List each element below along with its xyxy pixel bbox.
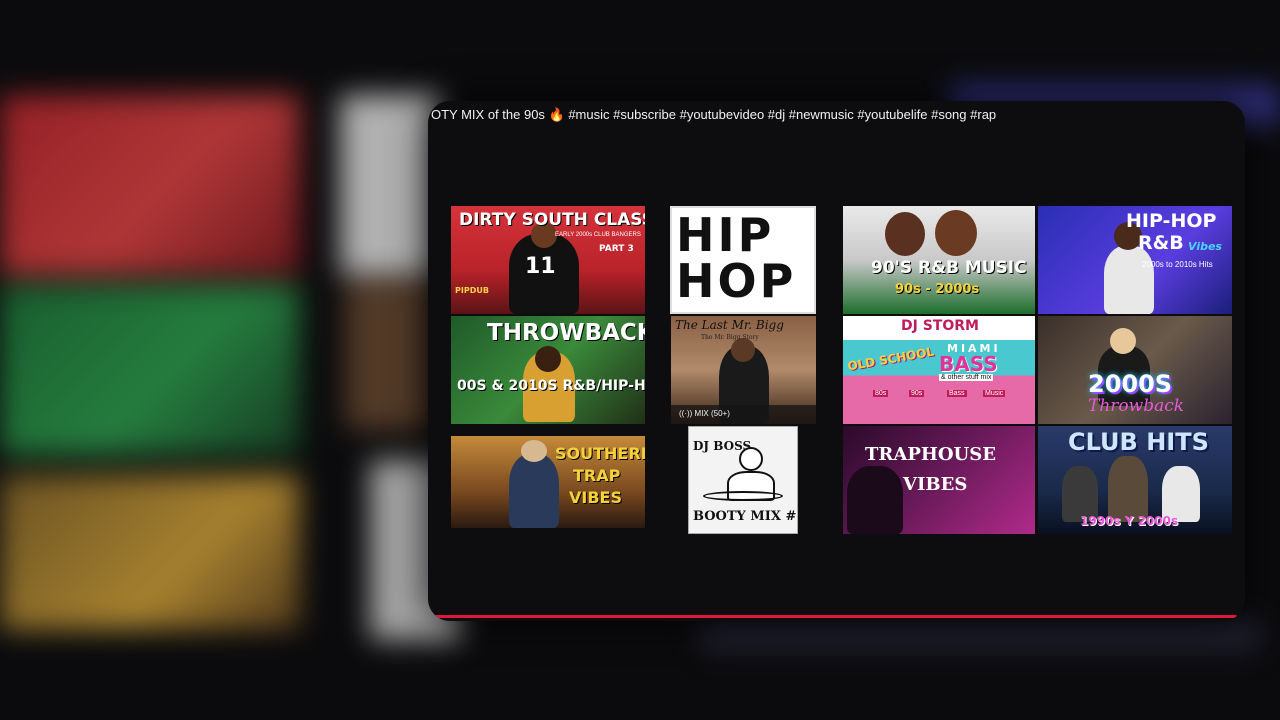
turntable-sketch (703, 491, 783, 501)
playback-progress-bar[interactable] (434, 615, 1237, 618)
thumb-badge: OLD SCHOOL (846, 344, 936, 374)
video-title[interactable]: OTY MIX of the 90s 🔥 #music #subscribe #… (431, 107, 1231, 123)
cowboy-hat (521, 440, 547, 462)
singer-right (935, 210, 977, 256)
thumb-title: 90'S R&B MUSIC (871, 258, 1027, 278)
dj-figure (1104, 246, 1154, 314)
jersey-number: 11 (525, 254, 556, 279)
thumb-subtitle: 00S & 2010S R&B/HIP-HOP (457, 378, 645, 394)
thumb-subtitle: & other stuff mix (939, 374, 994, 381)
thumb-subtitle: 1990s Y 2000s (1080, 514, 1179, 528)
thumbnail-traphouse-vibes[interactable]: TRAPHOUSE VIBES (843, 426, 1035, 534)
thumb-title2: BASS (939, 352, 998, 376)
bg-strip (700, 620, 1260, 650)
mix-playlist-icon: ((·)) (679, 409, 695, 418)
thumb-subtitle: 90s - 2000s (895, 282, 980, 297)
thumb-line2: TRAP (573, 466, 621, 485)
thumbnail-hip-hop[interactable]: HIP HOP (670, 206, 816, 314)
thumb-line1: SOUTHERN (555, 444, 645, 463)
thumbnail-club-hits[interactable]: CLUB HITS 1990s Y 2000s (1038, 426, 1232, 534)
thumbnail-dirty-south-classics[interactable]: 11 DIRTY SOUTH CLASSICS EARLY 2000s CLUB… (451, 206, 645, 314)
thumb-title: DIRTY SOUTH CLASSICS (459, 210, 645, 230)
artist-figure (509, 454, 559, 528)
thumb-line2: BOOTY MIX #2 (693, 509, 798, 524)
thumb-title: 2000S (1088, 370, 1173, 398)
thumb-line2: HOP (676, 254, 797, 308)
bg-thumb-gold (0, 475, 300, 630)
tag-80s: 80s (873, 390, 889, 397)
thumb-subtitle: 2000s to 2010s Hits (1142, 260, 1213, 269)
thumb-title2: R&B (1138, 232, 1184, 254)
dj-head (1110, 328, 1136, 354)
thumb-tag: PIPDUB (455, 286, 489, 295)
video-player-card[interactable]: OTY MIX of the 90s 🔥 #music #subscribe #… (428, 101, 1245, 621)
thumb-subtitle: The Mr. Bigg Story (701, 334, 759, 341)
thumb-brand: DJ STORM (901, 318, 979, 334)
mix-badge[interactable]: ((·)) MIX (50+) (671, 405, 816, 424)
thumbnail-90s-rnb-music[interactable]: 90'S R&B MUSIC 90s - 2000s (843, 206, 1035, 314)
thumb-subtitle: EARLY 2000s CLUB BANGERS (555, 232, 641, 238)
thumb-title: CLUB HITS (1068, 428, 1209, 456)
mix-label-text: MIX (50+) (694, 409, 730, 418)
thumb-title: TRAPHOUSE (865, 444, 996, 465)
artist-head (731, 338, 755, 362)
thumb-title2: VIBES (903, 474, 968, 495)
tag-90s: 90s (909, 390, 925, 397)
thumb-title: HIP-HOP (1126, 210, 1217, 232)
tag-music: Music (983, 390, 1006, 397)
thumb-line3: VIBES (569, 488, 622, 507)
bg-thumb-brown (345, 280, 435, 430)
artist-head (535, 346, 561, 372)
thumb-title: THROWBACK (487, 320, 645, 346)
thumb-title: The Last Mr. Bigg (675, 318, 784, 332)
thumbnail-miami-bass[interactable]: DJ STORM OLD SCHOOL MIAMI BASS & other s… (843, 316, 1035, 424)
thumbnail-throwback[interactable]: THROWBACK 00S & 2010S R&B/HIP-HOP (451, 316, 645, 424)
thumbnail-hiphop-rnb-vibes[interactable]: HIP-HOP R&B Vibes 2000s to 2010s Hits (1038, 206, 1232, 314)
thumbnail-southern-trap-vibes[interactable]: SOUTHERN TRAP VIBES (451, 436, 645, 528)
mix-label: ((·)) MIX (50+) (679, 409, 730, 418)
artist-2 (1108, 456, 1148, 522)
dj-figure (847, 466, 903, 534)
thumbnail-dj-boss-booty-mix[interactable]: DJ BOSS BOOTY MIX #2 (688, 426, 798, 534)
dj-sketch-head (739, 447, 763, 471)
bg-thumb-white (340, 95, 440, 275)
thumb-part: PART 3 (599, 244, 634, 254)
video-end-screen: OTY MIX of the 90s 🔥 #music #subscribe #… (0, 0, 1280, 720)
thumbnail-2000s-throwback[interactable]: 2000S Throwback (1038, 316, 1232, 424)
thumb-subtitle: Throwback (1088, 396, 1185, 416)
tag-bass: Bass (947, 390, 967, 397)
thumb-accent: Vibes (1188, 240, 1222, 253)
bg-thumb-green (0, 285, 300, 455)
bg-thumb-red (0, 95, 300, 275)
singer-left (885, 212, 925, 256)
